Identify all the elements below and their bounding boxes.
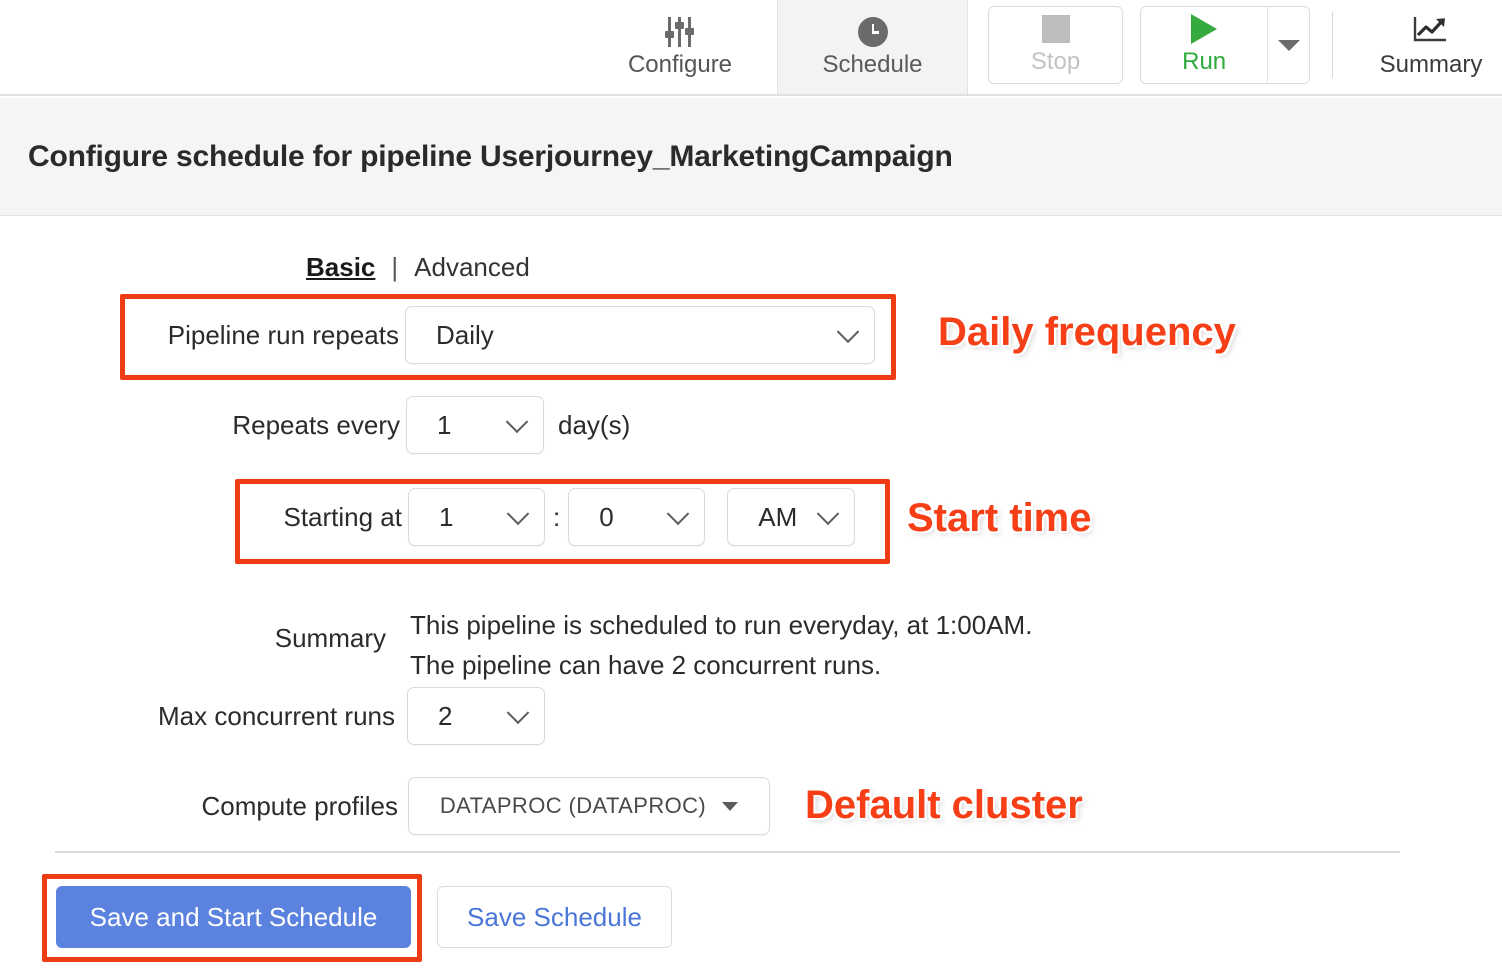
summary-text: This pipeline is scheduled to run everyd… xyxy=(410,605,1032,685)
mode-advanced-link[interactable]: Advanced xyxy=(414,252,530,283)
max-runs-value: 2 xyxy=(438,701,452,732)
summary-row: Summary This pipeline is scheduled to ru… xyxy=(256,605,1032,685)
page-header: Configure schedule for pipeline Userjour… xyxy=(0,98,1502,216)
tab-configure[interactable]: Configure xyxy=(584,0,776,94)
chevron-down-icon xyxy=(817,502,840,525)
start-meridiem-value: AM xyxy=(758,502,797,533)
toolbar-divider xyxy=(1332,12,1333,78)
mode-basic-link[interactable]: Basic xyxy=(306,252,375,283)
time-colon: : xyxy=(553,502,560,533)
top-toolbar: Configure Schedule Stop Run xyxy=(0,0,1502,96)
run-dropdown-button[interactable] xyxy=(1268,7,1309,83)
start-meridiem-select[interactable]: AM xyxy=(727,488,855,546)
mode-separator: | xyxy=(391,252,398,283)
clock-icon xyxy=(858,17,888,47)
frequency-value: Daily xyxy=(436,320,494,351)
annotation-label-cluster: Default cluster xyxy=(805,783,1083,828)
mode-switch: Basic | Advanced xyxy=(0,252,700,283)
chevron-down-icon xyxy=(507,701,530,724)
trend-chart-icon xyxy=(1412,15,1450,45)
annotation-label-start-time: Start time xyxy=(907,496,1092,541)
start-hour-select[interactable]: 1 xyxy=(408,488,545,546)
interval-unit-label: day(s) xyxy=(558,410,630,441)
compute-profiles-row: Compute profiles DATAPROC (DATAPROC) xyxy=(163,777,770,835)
start-minute-value: 0 xyxy=(599,502,613,533)
interval-value: 1 xyxy=(437,410,451,441)
start-time-label: Starting at xyxy=(247,502,402,533)
tab-schedule[interactable]: Schedule xyxy=(777,0,968,94)
summary-button[interactable]: Summary xyxy=(1360,0,1502,94)
stop-button-label: Stop xyxy=(1031,48,1080,76)
annotation-label-frequency: Daily frequency xyxy=(938,310,1236,355)
run-button-group: Run xyxy=(1140,6,1310,84)
play-triangle-icon xyxy=(1191,14,1217,44)
save-schedule-button[interactable]: Save Schedule xyxy=(437,886,672,948)
summary-line-2: The pipeline can have 2 concurrent runs. xyxy=(410,645,1032,685)
interval-row: Repeats every 1 day(s) xyxy=(200,396,630,454)
page-root: Configure Schedule Stop Run xyxy=(0,0,1502,974)
max-runs-row: Max concurrent runs 2 xyxy=(119,687,545,745)
chevron-down-icon xyxy=(667,502,690,525)
stop-square-icon xyxy=(1042,15,1070,43)
tab-schedule-label: Schedule xyxy=(822,53,922,77)
interval-select[interactable]: 1 xyxy=(406,396,544,454)
frequency-label: Pipeline run repeats xyxy=(131,320,399,351)
sliders-icon xyxy=(663,17,697,47)
max-runs-select[interactable]: 2 xyxy=(407,687,545,745)
summary-label: Summary xyxy=(256,605,386,654)
stop-button[interactable]: Stop xyxy=(988,6,1123,84)
page-title: Configure schedule for pipeline Userjour… xyxy=(28,140,953,174)
frequency-select[interactable]: Daily xyxy=(405,306,875,364)
max-runs-label: Max concurrent runs xyxy=(119,701,395,732)
compute-profiles-select[interactable]: DATAPROC (DATAPROC) xyxy=(408,777,770,835)
chevron-down-icon xyxy=(1278,40,1300,51)
summary-line-1: This pipeline is scheduled to run everyd… xyxy=(410,605,1032,645)
save-and-start-schedule-button[interactable]: Save and Start Schedule xyxy=(56,886,411,948)
compute-profiles-value: DATAPROC (DATAPROC) xyxy=(440,793,706,819)
start-minute-select[interactable]: 0 xyxy=(568,488,705,546)
start-hour-value: 1 xyxy=(439,502,453,533)
section-divider xyxy=(55,851,1400,853)
chevron-down-icon xyxy=(722,802,738,811)
chevron-down-icon xyxy=(506,410,529,433)
chevron-down-icon xyxy=(507,502,530,525)
frequency-row: Pipeline run repeats Daily xyxy=(131,306,875,364)
tab-configure-label: Configure xyxy=(628,53,732,77)
compute-profiles-label: Compute profiles xyxy=(163,791,398,822)
run-button[interactable]: Run xyxy=(1141,7,1268,83)
run-button-label: Run xyxy=(1182,48,1226,76)
summary-button-label: Summary xyxy=(1380,51,1483,79)
start-time-row: Starting at 1 : 0 AM xyxy=(247,488,855,546)
chevron-down-icon xyxy=(837,320,860,343)
interval-label: Repeats every xyxy=(200,410,400,441)
